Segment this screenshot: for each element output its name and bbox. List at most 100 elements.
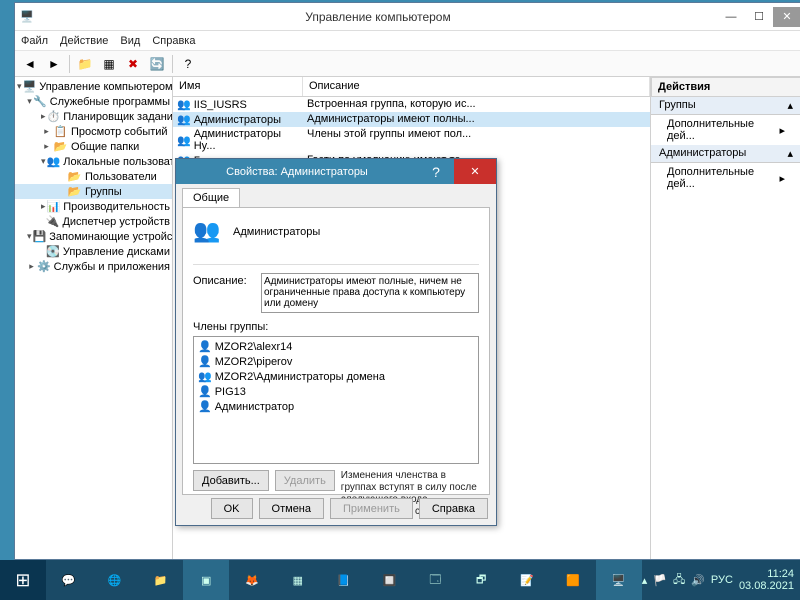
dialog-close-button[interactable]: ✕	[454, 159, 496, 184]
actions-group-groups[interactable]: Группы▴	[651, 97, 800, 115]
language-indicator[interactable]: РУС	[711, 574, 733, 586]
group-large-icon: 👥	[193, 218, 223, 246]
properties-dialog: Свойства: Администраторы ? ✕ Общие 👥 Адм…	[175, 158, 497, 526]
description-field[interactable]	[261, 273, 479, 313]
delete-button[interactable]: ✖	[122, 53, 144, 75]
group-icon: 👥	[177, 98, 191, 111]
task-app1[interactable]: ▦	[275, 560, 321, 600]
tree-eventviewer[interactable]: ▸📋Просмотр событий	[15, 124, 172, 139]
task-app6[interactable]: 🟧	[550, 560, 596, 600]
members-listbox[interactable]: 👤MZOR2\alexr14 👤MZOR2\piperov 👥MZOR2\Адм…	[193, 336, 479, 464]
tree-users[interactable]: 📂Пользователи	[15, 169, 172, 184]
refresh-button[interactable]: 🔄	[146, 53, 168, 75]
tree-tasksched[interactable]: ▸⏱️Планировщик заданий	[15, 109, 172, 124]
user-icon: 👤	[198, 340, 212, 353]
help-button[interactable]: Справка	[419, 498, 488, 519]
remove-button[interactable]: Удалить	[275, 470, 335, 491]
member-item[interactable]: 👤PIG13	[196, 384, 476, 399]
actions-header: Действия	[651, 77, 800, 97]
tree-localusers[interactable]: ▾👥Локальные пользовате	[15, 154, 172, 169]
task-app3[interactable]: 🔲	[367, 560, 413, 600]
menu-help[interactable]: Справка	[152, 35, 195, 47]
forward-button[interactable]: ►	[43, 53, 65, 75]
actions-pane: Действия Группы▴ Дополнительные дей...▸ …	[651, 77, 800, 559]
actions-more-2[interactable]: Дополнительные дей...▸	[651, 163, 800, 193]
list-row[interactable]: 👥АдминистраторыАдминистраторы имеют полн…	[173, 112, 650, 127]
menu-file[interactable]: Файл	[21, 35, 48, 47]
tree-pane[interactable]: ▾🖥️Управление компьютером (л ▾🔧Служебные…	[15, 77, 173, 559]
tree-perf[interactable]: ▸📊Производительность	[15, 199, 172, 214]
user-icon: 👤	[198, 385, 212, 398]
tree-groups[interactable]: 📂Группы	[15, 184, 172, 199]
group-icon: 👥	[177, 134, 191, 147]
task-explorer[interactable]: 📁	[137, 560, 183, 600]
description-label: Описание:	[193, 273, 253, 287]
apply-button[interactable]: Применить	[330, 498, 413, 519]
tree-shared[interactable]: ▸📂Общие папки	[15, 139, 172, 154]
col-name[interactable]: Имя	[173, 77, 303, 96]
actions-group-admins[interactable]: Администраторы▴	[651, 145, 800, 163]
help-button[interactable]: ?	[177, 53, 199, 75]
task-firefox[interactable]: 🦊	[229, 560, 275, 600]
volume-icon[interactable]: 🔊	[691, 574, 705, 587]
member-item[interactable]: 👤MZOR2\piperov	[196, 354, 476, 369]
tab-general[interactable]: Общие	[182, 188, 240, 207]
task-mmc[interactable]: 🖥️	[596, 560, 642, 600]
menu-action[interactable]: Действие	[60, 35, 108, 47]
close-button[interactable]: ✕	[773, 7, 800, 27]
network-icon[interactable]: 🖧	[673, 571, 685, 590]
show-hide-button[interactable]: ▦	[98, 53, 120, 75]
window-title: Управление компьютером	[39, 10, 717, 24]
list-row[interactable]: 👥IIS_IUSRSВстроенная группа, которую ис.…	[173, 97, 650, 112]
actions-more-1[interactable]: Дополнительные дей...▸	[651, 115, 800, 145]
dialog-title: Свойства: Администраторы	[176, 166, 418, 178]
tree-root[interactable]: ▾🖥️Управление компьютером (л	[15, 79, 172, 94]
members-label: Члены группы:	[193, 321, 479, 333]
menu-bar: Файл Действие Вид Справка	[15, 31, 800, 51]
task-viber[interactable]: 💬	[46, 560, 92, 600]
arrow-icon: ▸	[779, 172, 785, 185]
group-icon: 👥	[198, 370, 212, 383]
cancel-button[interactable]: Отмена	[259, 498, 324, 519]
taskbar: ⊞ 💬 🌐 📁 ▣ 🦊 ▦ 📘 🔲 🗔 🗗 📝 🟧 🖥️ ▴ 🏳️ 🖧 🔊 РУ…	[0, 560, 800, 600]
tray-expand-icon[interactable]: ▴	[642, 574, 648, 587]
user-icon: 👤	[198, 400, 212, 413]
arrow-icon: ▸	[779, 124, 785, 137]
group-icon: 👥	[177, 113, 191, 126]
titlebar[interactable]: 🖥️ Управление компьютером — ☐ ✕	[15, 3, 800, 31]
task-cmd[interactable]: ▣	[183, 560, 229, 600]
add-button[interactable]: Добавить...	[193, 470, 269, 491]
collapse-icon: ▴	[787, 99, 793, 112]
maximize-button[interactable]: ☐	[745, 7, 773, 27]
back-button[interactable]: ◄	[19, 53, 41, 75]
tree-systools[interactable]: ▾🔧Служебные программы	[15, 94, 172, 109]
task-ie[interactable]: 🌐	[92, 560, 138, 600]
tree-services[interactable]: ▸⚙️Службы и приложения	[15, 259, 172, 274]
tree-diskmgr[interactable]: 💽Управление дисками	[15, 244, 172, 259]
collapse-icon: ▴	[787, 147, 793, 160]
app-icon: 🖥️	[15, 10, 39, 23]
dialog-help-button[interactable]: ?	[418, 164, 454, 180]
start-button[interactable]: ⊞	[0, 560, 46, 600]
up-button[interactable]: 📁	[74, 53, 96, 75]
dialog-titlebar[interactable]: Свойства: Администраторы ? ✕	[176, 159, 496, 184]
group-name-label: Администраторы	[233, 226, 320, 238]
clock[interactable]: 11:24 03.08.2021	[739, 568, 794, 592]
task-word[interactable]: 📝	[504, 560, 550, 600]
list-row[interactable]: 👥Администраторы Hy...Члены этой группы и…	[173, 127, 650, 153]
menu-view[interactable]: Вид	[120, 35, 140, 47]
ok-button[interactable]: OK	[211, 498, 253, 519]
toolbar: ◄ ► 📁 ▦ ✖ 🔄 ?	[15, 51, 800, 77]
task-app5[interactable]: 🗗	[458, 560, 504, 600]
system-tray[interactable]: ▴ 🏳️ 🖧 🔊 РУС 11:24 03.08.2021	[642, 568, 800, 592]
minimize-button[interactable]: —	[717, 7, 745, 27]
task-app2[interactable]: 📘	[321, 560, 367, 600]
tree-storage[interactable]: ▾💾Запоминающие устройс	[15, 229, 172, 244]
flag-icon[interactable]: 🏳️	[653, 574, 667, 587]
tree-devmgr[interactable]: 🔌Диспетчер устройств	[15, 214, 172, 229]
member-item[interactable]: 👤Администратор	[196, 399, 476, 414]
member-item[interactable]: 👥MZOR2\Администраторы домена	[196, 369, 476, 384]
col-desc[interactable]: Описание	[303, 77, 650, 96]
task-app4[interactable]: 🗔	[412, 560, 458, 600]
member-item[interactable]: 👤MZOR2\alexr14	[196, 339, 476, 354]
